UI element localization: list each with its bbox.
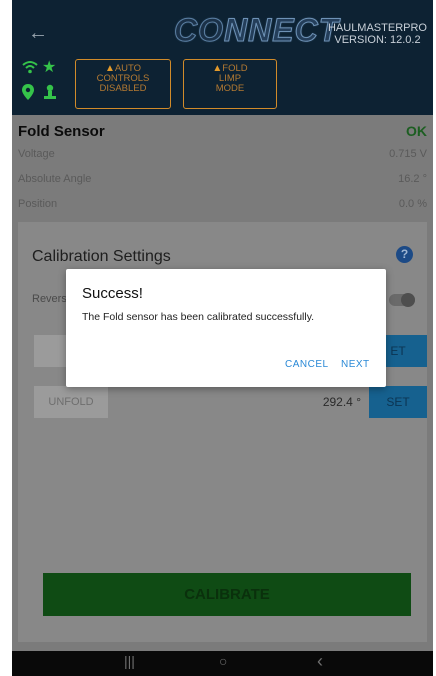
sensor-row-label: Voltage <box>18 148 55 160</box>
sensor-row: Absolute Angle 16.2 ° <box>18 173 427 185</box>
person-icon <box>42 84 58 105</box>
app-header: ← CONNECT HAULMASTERPRO VERSION: 12.0.2 … <box>12 0 433 115</box>
sensor-status: OK <box>406 123 427 139</box>
recent-apps-icon[interactable]: ||| <box>124 653 135 669</box>
back-nav-icon[interactable]: ‹ <box>317 651 323 672</box>
brand-name: HAULMASTERPRO <box>327 22 427 34</box>
sensor-row-value: 0.0 % <box>398 198 427 210</box>
sensor-title: Fold Sensor <box>18 123 105 140</box>
sensor-row: Position 0.0 % <box>18 198 427 210</box>
location-pin-icon <box>22 84 34 105</box>
version-info: HAULMASTERPRO VERSION: 12.0.2 <box>328 22 427 46</box>
wifi-icon <box>22 60 38 79</box>
calibration-title: Calibration Settings <box>32 248 171 265</box>
calibrate-button[interactable]: CALIBRATE <box>43 573 411 616</box>
next-button[interactable]: NEXT <box>341 359 370 370</box>
device-frame: ← CONNECT HAULMASTERPRO VERSION: 12.0.2 … <box>0 0 436 676</box>
home-icon[interactable]: ○ <box>219 653 227 669</box>
reverse-label: Revers <box>32 293 67 305</box>
sensor-row-value: 16.2 ° <box>398 173 427 185</box>
success-dialog: Success! The Fold sensor has been calibr… <box>66 269 386 387</box>
unfold-angle-value: 292.4 ° <box>322 395 361 409</box>
cancel-button[interactable]: CANCEL <box>285 359 329 370</box>
warning-auto-controls-disabled[interactable]: ▲AUTO CONTROLS DISABLED <box>75 59 171 109</box>
sensor-row-value: 0.715 V <box>389 148 427 160</box>
dialog-title: Success! <box>82 285 143 302</box>
help-icon[interactable]: ? <box>396 246 413 263</box>
warning-fold-limp-mode[interactable]: ▲FOLD LIMP MODE <box>183 59 277 109</box>
connect-logo: CONNECT <box>174 12 340 49</box>
set-unfold-button[interactable]: SET <box>369 386 427 418</box>
arrow-left-icon[interactable]: ← <box>28 22 48 45</box>
reverse-toggle[interactable] <box>389 293 415 307</box>
status-icons: ★ <box>22 59 62 106</box>
version-label: VERSION: 12.0.2 <box>334 34 421 46</box>
dialog-message: The Fold sensor has been calibrated succ… <box>82 311 315 323</box>
sensor-row-label: Position <box>18 198 58 210</box>
unfold-button[interactable]: UNFOLD <box>34 386 108 418</box>
sensor-row-label: Absolute Angle <box>18 173 92 185</box>
sensor-row: Voltage 0.715 V <box>18 148 427 160</box>
android-nav-bar: ||| ○ ‹ <box>12 651 433 676</box>
device-bezel-left <box>0 0 12 676</box>
star-icon: ★ <box>42 59 57 76</box>
